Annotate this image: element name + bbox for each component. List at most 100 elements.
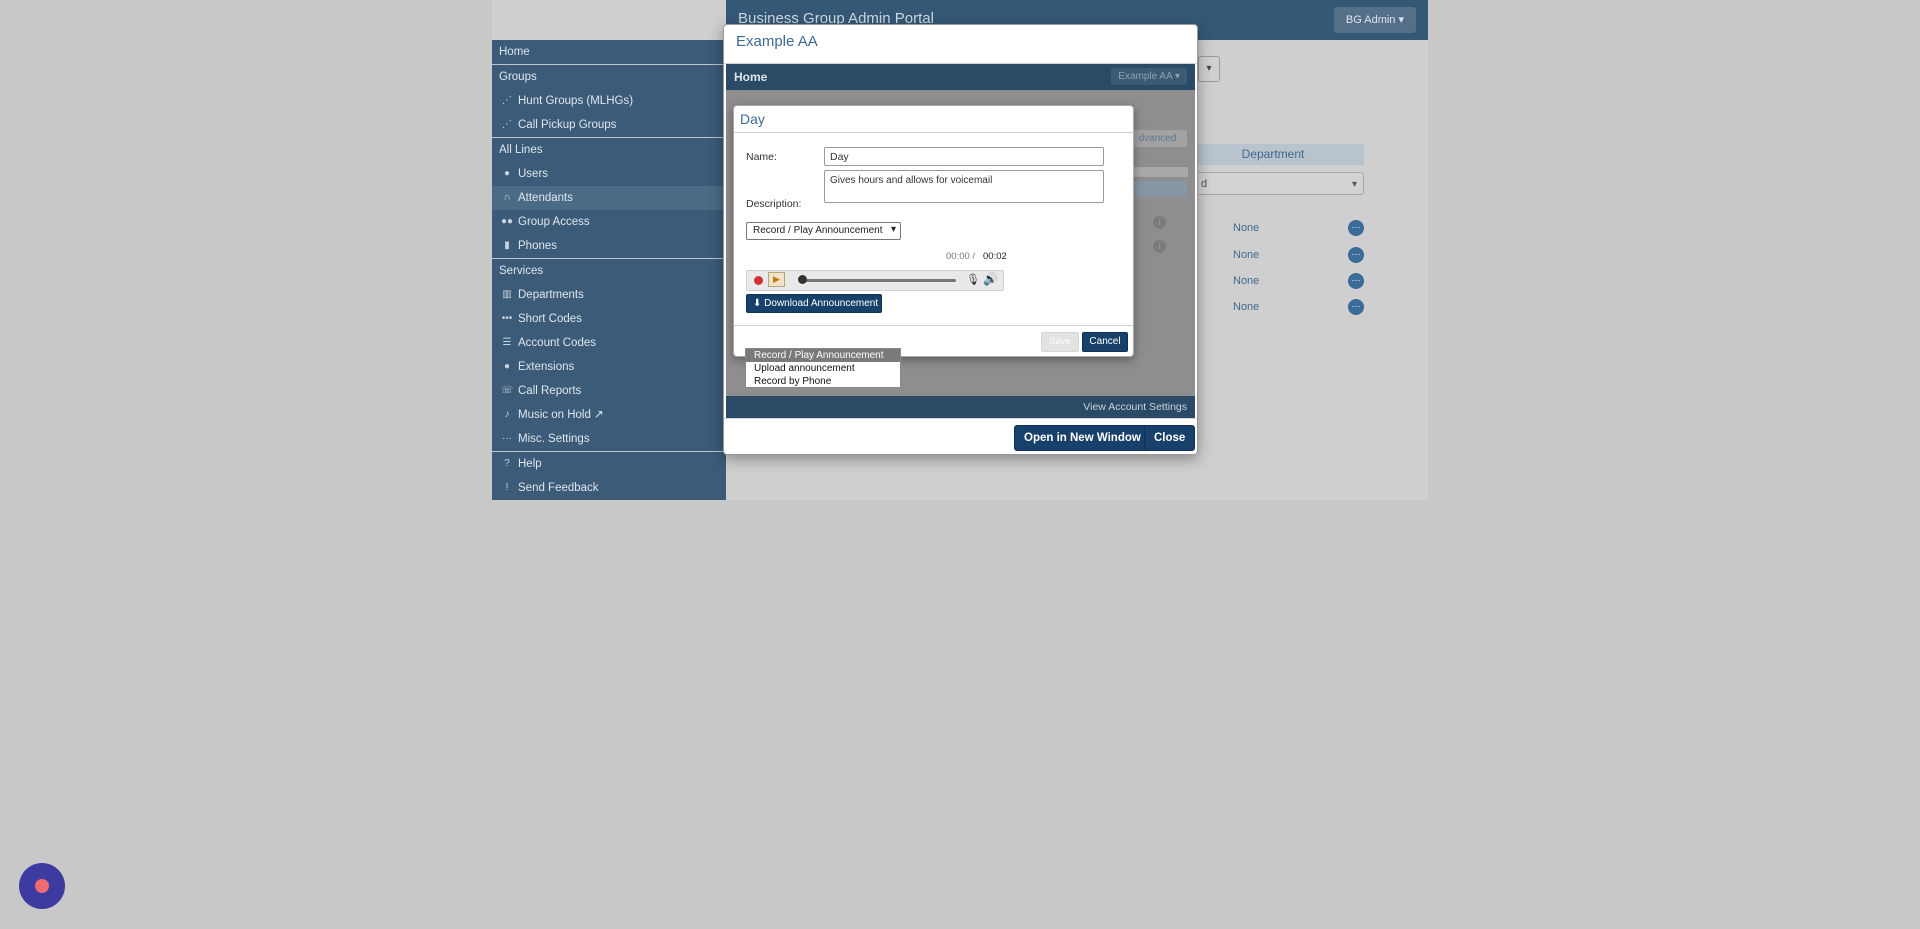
- call-pickup-icon: ⋰: [502, 119, 512, 130]
- question-icon: ?: [504, 458, 510, 469]
- music-icon: ♪: [504, 409, 510, 420]
- department-column-header: Department: [1182, 144, 1364, 165]
- dialog-title: Day: [740, 111, 765, 127]
- frame-column-header: [1128, 181, 1187, 197]
- sidebar-header-groups[interactable]: Groups: [492, 65, 733, 89]
- sidebar-item-send-feedback[interactable]: ! Send Feedback: [492, 476, 726, 500]
- phone-icon: ☏: [500, 385, 514, 396]
- department-filter-value: d: [1201, 178, 1208, 190]
- sidebar-header-all-lines[interactable]: All Lines: [492, 138, 733, 162]
- option-record-play[interactable]: Record / Play Announcement: [746, 349, 900, 362]
- download-label: Download Announcement: [764, 298, 879, 309]
- sidebar-item-label: Short Codes: [518, 313, 582, 325]
- sidebar-item-label: Extensions: [518, 361, 575, 373]
- sidebar: Home Groups ⋰ Hunt Groups (MLHGs) ⋰ Call…: [492, 40, 726, 500]
- group-icon: ●●: [500, 216, 514, 227]
- divider: [724, 418, 1197, 419]
- microphone-icon[interactable]: 🎙: [966, 273, 980, 286]
- department-cell: None: [1233, 275, 1260, 287]
- sidebar-item-misc-settings[interactable]: ··· Misc. Settings: [492, 427, 726, 451]
- sidebar-item-label: Phones: [518, 240, 558, 252]
- phones-icon: ▮: [504, 240, 510, 251]
- sidebar-item-call-reports[interactable]: ☏ Call Reports: [492, 379, 726, 403]
- sidebar-item-extensions[interactable]: ● Extensions: [492, 355, 726, 379]
- ellipsis-icon: ···: [502, 433, 512, 444]
- sidebar-item-hunt-groups[interactable]: ⋰ Hunt Groups (MLHGs): [492, 89, 726, 113]
- sidebar-item-users[interactable]: ● Users: [492, 162, 726, 186]
- sidebar-item-label: Users: [518, 168, 549, 180]
- record-button[interactable]: [754, 276, 763, 285]
- announcement-type-options: Record / Play Announcement Upload announ…: [745, 348, 901, 388]
- department-cell: None: [1233, 301, 1260, 313]
- chevron-down-icon: ▾: [890, 224, 896, 235]
- sidebar-item-music-on-hold[interactable]: ♪ Music on Hold ↗: [492, 403, 726, 427]
- view-account-settings-link[interactable]: View Account Settings: [1083, 401, 1187, 413]
- department-cell: None: [1233, 222, 1260, 234]
- advanced-tab[interactable]: dvanced: [1128, 130, 1187, 147]
- frame-header: Home Example AA ▾: [726, 64, 1195, 90]
- row-options-button[interactable]: ···: [1348, 299, 1364, 315]
- sidebar-header-services[interactable]: Services: [492, 259, 733, 283]
- extensions-icon: ●: [503, 361, 511, 372]
- name-input[interactable]: Day: [824, 147, 1104, 166]
- open-in-new-window-button[interactable]: Open in New Window: [1014, 425, 1151, 451]
- play-button[interactable]: ▶: [768, 272, 785, 287]
- sidebar-item-label: Misc. Settings: [518, 433, 590, 445]
- divider: [734, 132, 1133, 133]
- frame-footer: View Account Settings: [726, 396, 1195, 418]
- announcement-type-select[interactable]: Record / Play Announcement ▾: [746, 222, 901, 240]
- close-button[interactable]: Close: [1144, 425, 1196, 451]
- option-record-by-phone[interactable]: Record by Phone: [746, 375, 900, 388]
- sidebar-item-label: Departments: [518, 289, 584, 301]
- sidebar-item-help[interactable]: ? Help: [492, 452, 726, 476]
- sidebar-item-group-access[interactable]: ●● Group Access: [492, 210, 726, 234]
- cancel-button[interactable]: Cancel: [1082, 332, 1128, 352]
- seek-bar[interactable]: [802, 279, 956, 282]
- user-menu-button[interactable]: BG Admin ▾: [1333, 7, 1416, 33]
- sidebar-item-call-pickup-groups[interactable]: ⋰ Call Pickup Groups: [492, 113, 726, 137]
- info-icon[interactable]: i: [1153, 216, 1166, 229]
- sidebar-item-home[interactable]: Home: [492, 40, 733, 64]
- name-label: Name:: [746, 151, 777, 163]
- sidebar-item-departments[interactable]: ▥ Departments: [492, 283, 726, 307]
- download-icon: ⬇: [753, 298, 762, 309]
- sidebar-item-attendants[interactable]: ∩ Attendants: [492, 186, 726, 210]
- info-icon[interactable]: i: [1153, 240, 1166, 253]
- sidebar-item-label: Music on Hold ↗: [518, 409, 604, 421]
- sidebar-item-label: Send Feedback: [518, 482, 599, 494]
- frame-account-dropdown[interactable]: Example AA ▾: [1111, 68, 1187, 85]
- screen-recorder-button[interactable]: [19, 863, 65, 909]
- user-icon: ●: [503, 168, 511, 179]
- row-options-button[interactable]: ···: [1348, 273, 1364, 289]
- headset-icon: ∩: [503, 192, 511, 203]
- divider: [734, 325, 1133, 326]
- background-dropdown[interactable]: ▾: [1198, 56, 1220, 82]
- sidebar-item-account-codes[interactable]: ☰ Account Codes: [492, 331, 726, 355]
- description-label: Description:: [746, 198, 802, 210]
- row-options-button[interactable]: ···: [1348, 247, 1364, 263]
- download-announcement-button[interactable]: ⬇ Download Announcement: [746, 294, 882, 313]
- frame-field: [1128, 166, 1189, 178]
- seek-handle[interactable]: [798, 275, 807, 284]
- sidebar-item-label: Call Reports: [518, 385, 582, 397]
- option-upload-announcement[interactable]: Upload announcement: [746, 362, 900, 375]
- audio-player: ▶ 🎙 🔊: [746, 270, 1004, 291]
- list-icon: ☰: [502, 337, 512, 348]
- hunt-groups-icon: ⋰: [502, 95, 512, 106]
- department-filter-select[interactable]: d ▾: [1196, 172, 1364, 195]
- sidebar-item-label: Account Codes: [518, 337, 596, 349]
- row-options-button[interactable]: ···: [1348, 220, 1364, 236]
- description-textarea[interactable]: Gives hours and allows for voicemail: [824, 170, 1104, 203]
- chevron-down-icon: ▾: [1351, 179, 1357, 190]
- frame-home-link[interactable]: Home: [734, 70, 767, 84]
- playback-current-time: 00:00 /: [946, 251, 976, 262]
- save-button[interactable]: Save: [1041, 332, 1079, 352]
- sidebar-item-short-codes[interactable]: ••• Short Codes: [492, 307, 726, 331]
- playback-duration: 00:02: [983, 251, 1007, 262]
- sidebar-item-label: Help: [518, 458, 542, 470]
- modal-title: Example AA: [736, 33, 818, 50]
- volume-icon[interactable]: 🔊: [983, 272, 998, 286]
- department-cell: None: [1233, 249, 1260, 261]
- sidebar-item-phones[interactable]: ▮ Phones: [492, 234, 726, 258]
- announcement-type-value: Record / Play Announcement: [753, 225, 883, 236]
